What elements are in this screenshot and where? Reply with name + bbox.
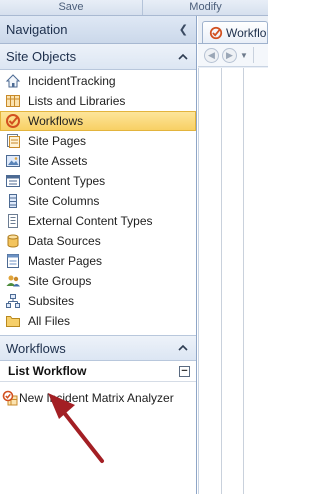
external-content-types-icon bbox=[5, 213, 21, 229]
navigation-title: Navigation bbox=[6, 22, 68, 37]
nav-item-external-content-types[interactable]: External Content Types bbox=[0, 211, 196, 231]
subsites-icon bbox=[5, 293, 21, 309]
nav-item-data-sources[interactable]: Data Sources bbox=[0, 231, 196, 251]
nav-item-site-columns[interactable]: Site Columns bbox=[0, 191, 196, 211]
tab-label: Workflo bbox=[226, 25, 267, 40]
nav-item-site-groups[interactable]: Site Groups bbox=[0, 271, 196, 291]
ribbon-group-modify: Modify bbox=[189, 1, 222, 13]
nav-item-master-pages[interactable]: Master Pages bbox=[0, 251, 196, 271]
nav-item-label: Site Groups bbox=[28, 274, 92, 288]
workflow-item-new-incident-matrix-analyzer[interactable]: New Incident Matrix Analyzer bbox=[0, 388, 196, 408]
history-dropdown-icon[interactable]: ▼ bbox=[240, 51, 248, 60]
site-pages-icon bbox=[5, 133, 21, 149]
list-workflow-group-title: List Workflow bbox=[8, 364, 87, 378]
collapse-navigation-button[interactable]: ❮ bbox=[179, 23, 188, 36]
chevron-up-icon[interactable] bbox=[178, 51, 188, 63]
nav-item-subsites[interactable]: Subsites bbox=[0, 291, 196, 311]
navigation-pane: Navigation ❮ Site Objects IncidentTracki… bbox=[0, 16, 197, 494]
nav-item-site-pages[interactable]: Site Pages bbox=[0, 131, 196, 151]
site-columns-icon bbox=[5, 193, 21, 209]
nav-item-label: Site Columns bbox=[28, 194, 100, 208]
ribbon-group-save: Save bbox=[0, 0, 143, 15]
all-files-icon bbox=[5, 313, 21, 329]
nav-item-all-files[interactable]: All Files bbox=[0, 311, 196, 331]
nav-item-content-types[interactable]: Content Types bbox=[0, 171, 196, 191]
navigation-header: Navigation ❮ bbox=[0, 16, 196, 44]
ribbon-group-labels: Save Modify bbox=[0, 0, 268, 16]
site-home-icon bbox=[5, 73, 21, 89]
nav-item-lists-and-libraries[interactable]: Lists and Libraries bbox=[0, 91, 196, 111]
master-pages-icon bbox=[5, 253, 21, 269]
nav-item-label: Subsites bbox=[28, 294, 75, 308]
nav-item-label: Workflows bbox=[28, 114, 84, 128]
column-divider bbox=[221, 68, 222, 494]
workflow-item-label: New Incident Matrix Analyzer bbox=[19, 391, 174, 405]
site-objects-list: IncidentTracking Lists and Libraries Wor… bbox=[0, 70, 196, 331]
nav-item-incidenttracking[interactable]: IncidentTracking bbox=[0, 71, 196, 91]
list-workflow-icon bbox=[2, 390, 18, 406]
data-sources-icon bbox=[5, 233, 21, 249]
collapse-group-button[interactable]: − bbox=[179, 365, 190, 377]
nav-item-label: Site Assets bbox=[28, 154, 88, 168]
nav-item-label: IncidentTracking bbox=[28, 74, 116, 88]
site-groups-icon bbox=[5, 273, 21, 289]
nav-item-label: Content Types bbox=[28, 174, 106, 188]
nav-item-workflows[interactable]: Workflows bbox=[0, 111, 196, 131]
content-types-icon bbox=[5, 173, 21, 189]
nav-item-label: Data Sources bbox=[28, 234, 101, 248]
nav-item-label: Lists and Libraries bbox=[28, 94, 126, 108]
site-assets-icon bbox=[5, 153, 21, 169]
workflows-section-header[interactable]: Workflows bbox=[0, 335, 196, 361]
nav-item-label: External Content Types bbox=[28, 214, 153, 228]
workflows-section-title: Workflows bbox=[6, 340, 66, 356]
toolbar-separator bbox=[252, 47, 254, 63]
chevron-up-icon[interactable] bbox=[178, 342, 188, 354]
lists-libraries-icon bbox=[5, 93, 21, 109]
list-workflow-group-header[interactable]: List Workflow − bbox=[0, 361, 196, 382]
workflows-icon bbox=[5, 113, 21, 129]
forward-button[interactable]: ▶ bbox=[222, 47, 237, 63]
back-button[interactable]: ◀ bbox=[204, 47, 219, 63]
nav-item-label: Master Pages bbox=[28, 254, 103, 268]
document-toolbar: ◀ ▶ ▼ bbox=[198, 43, 268, 67]
nav-item-site-assets[interactable]: Site Assets bbox=[0, 151, 196, 171]
workflows-icon bbox=[209, 26, 223, 40]
tab-workflows[interactable]: Workflo bbox=[202, 21, 268, 43]
document-area: Workflo ◀ ▶ ▼ bbox=[198, 16, 268, 494]
nav-item-label: All Files bbox=[28, 314, 71, 328]
column-divider bbox=[243, 68, 244, 494]
site-objects-header[interactable]: Site Objects bbox=[0, 44, 196, 70]
nav-item-label: Site Pages bbox=[28, 134, 87, 148]
document-content bbox=[198, 68, 268, 494]
site-objects-title: Site Objects bbox=[6, 49, 77, 64]
